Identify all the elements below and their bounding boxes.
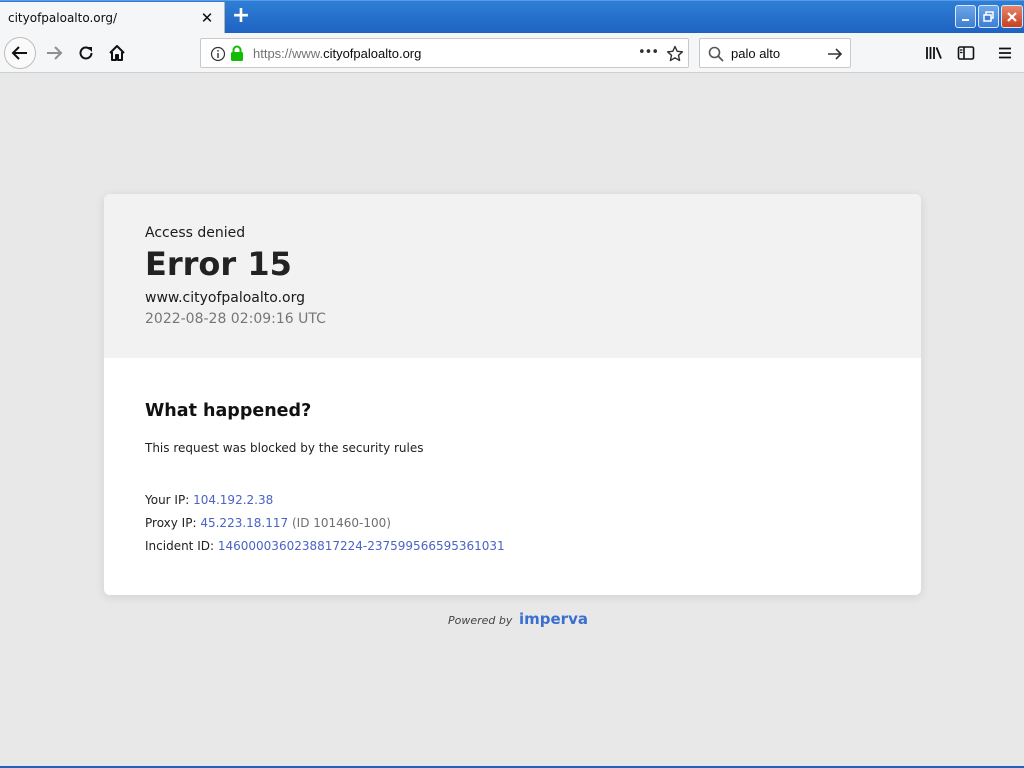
incident-id-value: 1460000360238817224-237599566595361031	[217, 539, 505, 553]
error-header: Access denied Error 15 www.cityofpaloalt…	[104, 194, 921, 358]
incident-id-row: Incident ID: 1460000360238817224-2375995…	[145, 539, 505, 553]
proxy-ip-label: Proxy IP:	[145, 516, 197, 530]
home-icon	[109, 45, 125, 61]
tab-close-icon[interactable]: ✕	[198, 9, 216, 27]
tab-title: cityofpaloalto.org/	[8, 11, 118, 25]
menu-button[interactable]	[989, 37, 1021, 69]
incident-id-label: Incident ID:	[145, 539, 215, 553]
blocked-message: This request was blocked by the security…	[145, 441, 424, 455]
powered-by-label: Powered by	[448, 614, 513, 627]
error-card: Access denied Error 15 www.cityofpaloalt…	[104, 194, 921, 595]
search-icon	[708, 46, 724, 62]
search-input[interactable]: palo alto	[731, 46, 780, 61]
minimize-button[interactable]	[955, 5, 976, 28]
sidebar-icon	[957, 46, 975, 60]
url-bar[interactable]: https://www.cityofpaloalto.org •••	[200, 38, 689, 68]
proxy-ip-value: 45.223.18.117	[200, 516, 289, 530]
your-ip-label: Your IP:	[145, 493, 190, 507]
title-bar: cityofpaloalto.org/ ✕ +	[0, 0, 1024, 34]
new-tab-button[interactable]: +	[229, 5, 253, 29]
hamburger-menu-icon	[999, 47, 1011, 59]
reload-button[interactable]	[70, 37, 102, 69]
window-close-button[interactable]	[1001, 5, 1023, 28]
url-text[interactable]: https://www.cityofpaloalto.org	[253, 46, 421, 61]
error-title: Error 15	[145, 245, 292, 283]
restore-icon	[982, 11, 994, 22]
library-icon	[926, 47, 942, 59]
tab-active[interactable]: cityofpaloalto.org/ ✕	[0, 2, 225, 34]
search-bar[interactable]: palo alto	[699, 38, 851, 68]
info-icon[interactable]	[210, 46, 226, 62]
sidebar-button[interactable]	[950, 37, 982, 69]
search-go-arrow-icon[interactable]	[827, 46, 843, 62]
forward-arrow-icon	[47, 46, 63, 60]
reload-icon	[79, 46, 93, 60]
page-viewport: Access denied Error 15 www.cityofpaloalt…	[0, 74, 1024, 768]
library-button[interactable]	[918, 37, 950, 69]
proxy-ip-row: Proxy IP: 45.223.18.117 (ID 101460-100)	[145, 516, 391, 530]
url-scheme: https://www.	[253, 46, 324, 61]
url-host: cityofpaloalto.org	[323, 46, 422, 61]
error-timestamp: 2022-08-28 02:09:16 UTC	[145, 311, 326, 327]
lock-icon[interactable]	[230, 45, 244, 62]
bookmark-star-icon[interactable]	[666, 45, 684, 63]
page-actions-icon[interactable]: •••	[638, 45, 659, 60]
back-button[interactable]	[4, 37, 36, 69]
forward-button[interactable]	[38, 37, 70, 69]
nav-toolbar: https://www.cityofpaloalto.org ••• palo …	[0, 33, 1024, 73]
access-denied-label: Access denied	[145, 225, 246, 241]
your-ip-row: Your IP: 104.192.2.38	[145, 493, 273, 507]
home-button[interactable]	[101, 37, 133, 69]
back-arrow-icon	[11, 46, 27, 60]
restore-button[interactable]	[978, 5, 999, 28]
minimize-icon	[961, 19, 969, 21]
error-domain: www.cityofpaloalto.org	[145, 290, 305, 306]
what-happened-heading: What happened?	[145, 401, 312, 421]
your-ip-value: 104.192.2.38	[193, 493, 274, 507]
close-icon	[1007, 12, 1017, 22]
imperva-logo[interactable]: imperva	[519, 610, 588, 628]
proxy-id-value: (ID 101460-100)	[291, 516, 391, 530]
